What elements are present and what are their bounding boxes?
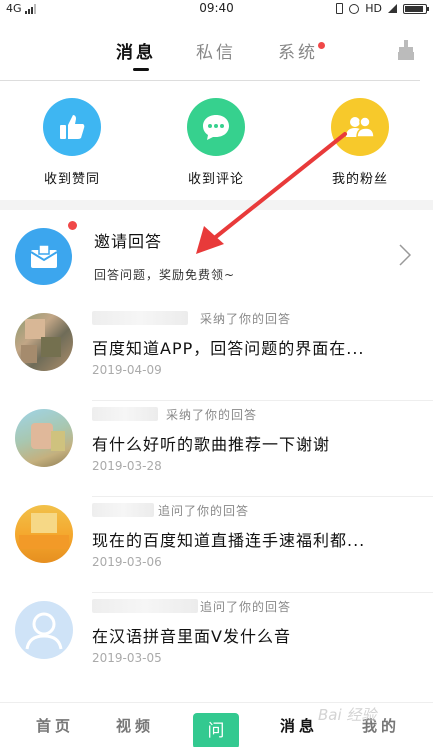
header-divider <box>0 80 420 81</box>
question-text: 在汉语拼音里面V发什么音 <box>92 627 291 646</box>
sender-name-blurred <box>92 503 154 517</box>
system-unread-dot <box>318 42 325 49</box>
nav-video[interactable]: 视频 <box>116 715 154 736</box>
alarm-icon <box>349 3 360 14</box>
received-comments-button[interactable]: 收到评论 <box>161 98 271 187</box>
my-fans-label: 我的粉丝 <box>331 172 388 187</box>
vibrate-icon <box>336 3 344 14</box>
message-action: 追问了你的回答 <box>200 600 292 614</box>
sender-name-blurred <box>92 407 158 421</box>
watermark: Bai 经验 <box>318 706 377 724</box>
active-tab-underline <box>133 68 149 71</box>
list-item[interactable]: 追问了你的回答 在汉语拼音里面V发什么音 2019-03-05 <box>0 593 433 689</box>
message-action: 采纳了你的回答 <box>166 408 258 422</box>
received-likes-button[interactable]: 收到赞同 <box>17 98 127 187</box>
tab-private-messages[interactable]: 私信 <box>196 38 236 63</box>
question-text: 现在的百度知道直播连手速福利都... <box>92 531 366 550</box>
list-item[interactable]: 采纳了你的回答 有什么好听的歌曲推荐一下谢谢 2019-03-28 <box>0 401 433 497</box>
tab-system[interactable]: 系统 <box>278 38 318 63</box>
avatar <box>15 505 73 563</box>
invite-title: 邀请回答 <box>94 232 163 251</box>
invite-subtitle: 回答问题，奖励免费领~ <box>94 268 236 282</box>
list-item[interactable]: 追问了你的回答 现在的百度知道直播连手速福利都... 2019-03-06 <box>0 497 433 593</box>
sender-name-blurred <box>92 599 198 613</box>
battery-icon <box>403 3 429 14</box>
wifi-signal-icon <box>388 4 397 13</box>
invite-answer-row[interactable]: 邀请回答 回答问题，奖励免费领~ <box>0 210 433 298</box>
section-gap <box>0 200 433 210</box>
fans-icon <box>331 98 389 156</box>
question-text: 有什么好听的歌曲推荐一下谢谢 <box>92 435 331 454</box>
status-bar: 4G 09:40 HD <box>0 0 433 18</box>
invite-unread-dot <box>68 221 77 230</box>
received-comments-label: 收到评论 <box>187 172 244 187</box>
quick-actions: 收到赞同 收到评论 我的粉丝 <box>0 82 433 200</box>
question-text: 百度知道APP，回答问题的界面在... <box>92 339 365 358</box>
nav-home[interactable]: 首页 <box>36 715 74 736</box>
message-date: 2019-03-06 <box>92 555 162 569</box>
message-action: 追问了你的回答 <box>158 504 250 518</box>
sender-name-blurred <box>92 311 188 325</box>
message-date: 2019-03-05 <box>92 651 162 665</box>
tab-messages[interactable]: 消息 <box>116 38 156 63</box>
message-header: 消息 私信 系统 <box>0 18 433 80</box>
nav-ask-button[interactable]: 问 <box>193 713 239 747</box>
default-avatar-icon <box>15 601 73 659</box>
nav-messages[interactable]: 消息 <box>280 715 318 736</box>
comment-icon <box>187 98 245 156</box>
broom-icon[interactable] <box>397 40 415 60</box>
avatar <box>15 409 73 467</box>
received-likes-label: 收到赞同 <box>43 172 100 187</box>
message-action: 采纳了你的回答 <box>200 312 292 326</box>
message-date: 2019-04-09 <box>92 363 162 377</box>
mail-icon <box>15 228 72 285</box>
chevron-right-icon <box>399 244 411 266</box>
thumbs-up-icon <box>43 98 101 156</box>
my-fans-button[interactable]: 我的粉丝 <box>305 98 415 187</box>
message-date: 2019-03-28 <box>92 459 162 473</box>
hd-label: HD <box>365 2 382 15</box>
status-right: HD <box>336 2 429 15</box>
list-item[interactable]: 采纳了你的回答 百度知道APP，回答问题的界面在... 2019-04-09 <box>0 305 433 401</box>
avatar <box>15 313 73 371</box>
